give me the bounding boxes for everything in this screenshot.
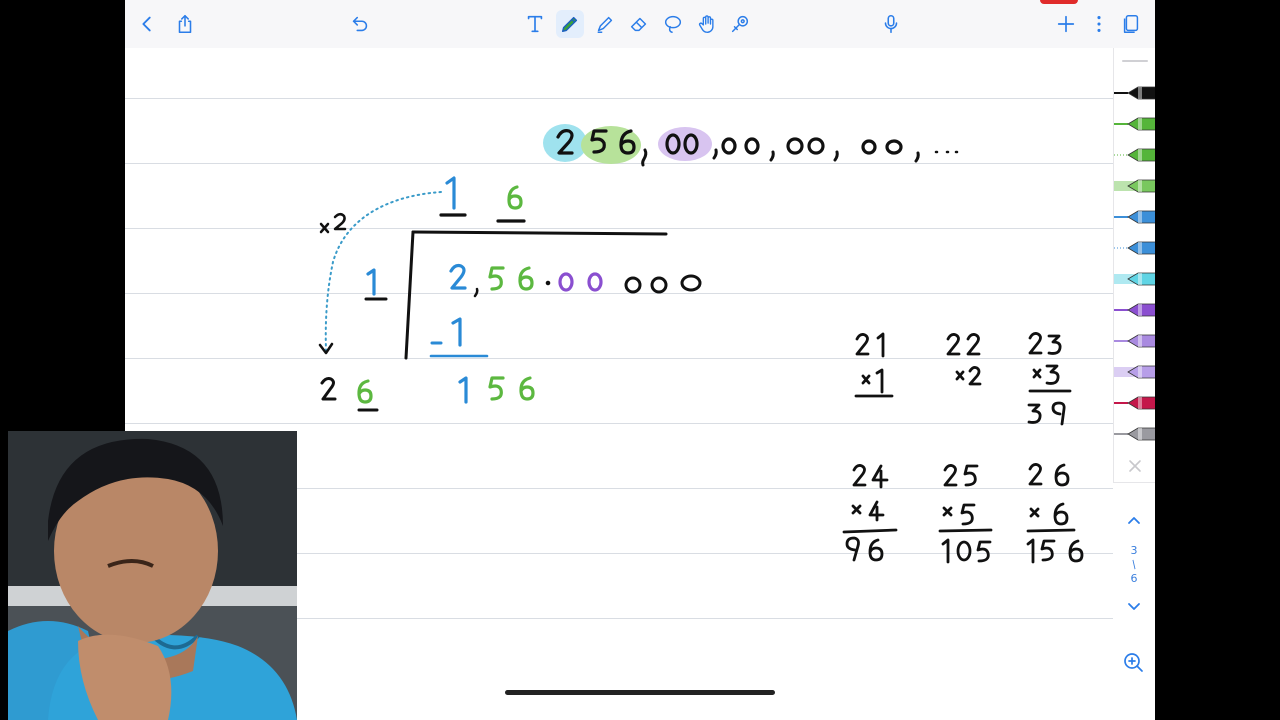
- highlighter-cyan[interactable]: [1114, 266, 1155, 292]
- highlighter-lavender[interactable]: [1114, 359, 1155, 385]
- webcam-overlay: [8, 431, 297, 720]
- trial-products: [842, 332, 1084, 564]
- pen-palette: [1113, 48, 1155, 483]
- pages-overview-icon[interactable]: [1117, 10, 1145, 38]
- new-divisor-26: [320, 377, 379, 412]
- home-indicator[interactable]: [505, 690, 775, 695]
- highlighter-green[interactable]: [1114, 173, 1155, 199]
- pen-green-fine[interactable]: [1114, 142, 1155, 168]
- pen-black[interactable]: [1114, 80, 1155, 106]
- division-bracket: [404, 230, 668, 360]
- total-pages: 6: [1130, 572, 1138, 585]
- pen-purple[interactable]: [1114, 297, 1155, 323]
- divisor-1: [364, 268, 388, 301]
- page-navigator: 3 / 6: [1113, 500, 1155, 630]
- pen-lavender[interactable]: [1114, 328, 1155, 354]
- pen-blue-fine[interactable]: [1114, 235, 1155, 261]
- close-palette-icon[interactable]: [1127, 458, 1143, 474]
- dividend: [449, 263, 702, 298]
- recording-indicator: [1040, 0, 1078, 4]
- pen-green[interactable]: [1114, 111, 1155, 137]
- times-two-arrow: [318, 191, 442, 355]
- pen-blue[interactable]: [1114, 204, 1155, 230]
- subtraction-step: [429, 317, 535, 404]
- pen-crimson[interactable]: [1114, 390, 1155, 416]
- pen-gray[interactable]: [1114, 421, 1155, 447]
- presenter-video: [8, 431, 297, 720]
- quotient-digits: [439, 176, 526, 223]
- page-down-chevron-icon[interactable]: [1124, 597, 1144, 617]
- palette-grabber[interactable]: [1122, 60, 1148, 62]
- zoom-icon[interactable]: [1113, 648, 1155, 678]
- page-up-chevron-icon[interactable]: [1124, 510, 1144, 530]
